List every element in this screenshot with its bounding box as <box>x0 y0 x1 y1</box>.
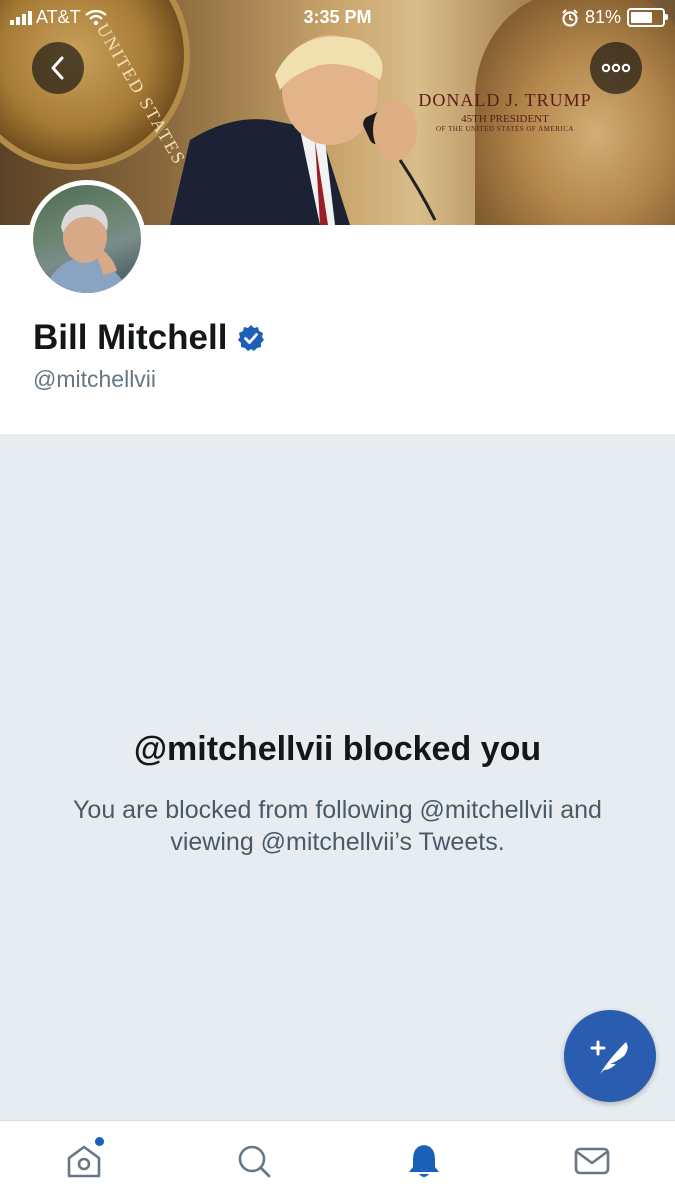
bell-icon <box>409 1145 439 1177</box>
tab-messages[interactable] <box>570 1139 614 1183</box>
verified-badge-icon <box>238 325 265 351</box>
bottom-tab-bar <box>0 1120 675 1201</box>
more-options-button[interactable] <box>590 42 642 94</box>
tab-search[interactable] <box>232 1139 276 1183</box>
banner-subtitle-2: OF THE UNITED STATES OF AMERICA <box>436 125 574 133</box>
back-button[interactable] <box>32 42 84 94</box>
battery-percent: 81% <box>584 7 621 27</box>
banner-title-block: DONALD J. TRUMP 45TH PRESIDENT OF THE UN… <box>405 90 605 133</box>
chevron-left-icon <box>51 56 64 80</box>
avatar-image <box>33 185 141 293</box>
more-horizontal-icon <box>601 63 631 73</box>
alarm-icon <box>562 8 578 27</box>
notification-dot <box>95 1137 104 1146</box>
tab-home[interactable] <box>62 1137 106 1183</box>
blocked-title: @mitchellvii blocked you <box>133 730 542 768</box>
compose-tweet-button[interactable] <box>564 1010 656 1102</box>
battery-icon <box>627 8 668 27</box>
profile-handle: @mitchellvii <box>33 366 157 392</box>
blocked-message: You are blocked from following @mitchell… <box>73 796 602 856</box>
avatar[interactable] <box>28 180 146 298</box>
compose-tweet-icon <box>590 1040 628 1074</box>
search-icon <box>238 1145 271 1178</box>
status-bar: AT&T 3:35 PM 81% <box>0 0 675 36</box>
home-icon <box>67 1145 101 1178</box>
blocked-panel: @mitchellvii blocked you You are blocked… <box>0 434 675 1120</box>
profile-name: Bill Mitchell <box>33 318 228 357</box>
mail-icon <box>574 1147 610 1175</box>
banner-title: DONALD J. TRUMP <box>418 90 592 110</box>
tab-notifications[interactable] <box>402 1139 446 1183</box>
banner-subtitle: 45TH PRESIDENT <box>461 113 549 125</box>
